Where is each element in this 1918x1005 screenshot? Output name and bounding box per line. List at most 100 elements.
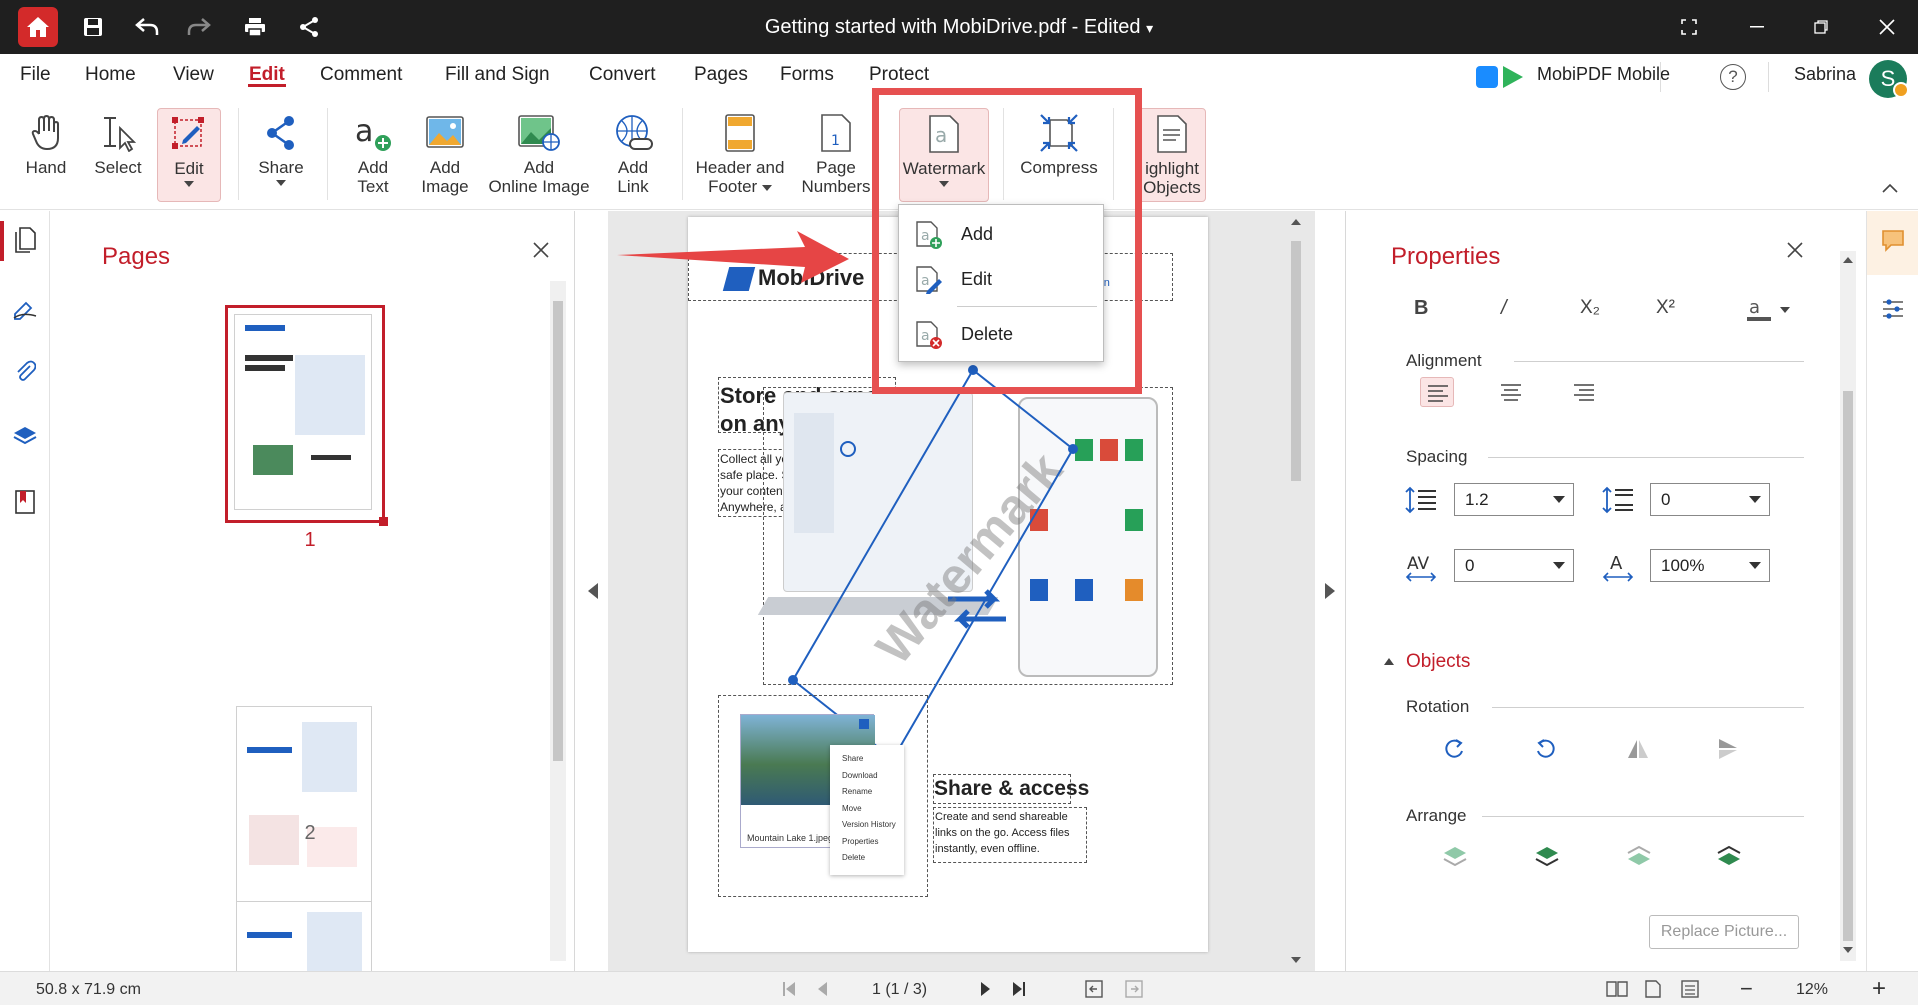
next-page-icon[interactable]: [980, 981, 992, 1002]
previous-page-arrow-icon[interactable]: [588, 583, 598, 599]
layers-icon[interactable]: [10, 421, 40, 451]
pages-scrollbar-thumb[interactable]: [553, 301, 563, 761]
add-link-button[interactable]: Add Link: [600, 108, 666, 196]
help-icon[interactable]: ?: [1720, 64, 1746, 90]
properties-settings-icon[interactable]: [1881, 297, 1905, 326]
section-divider: [1488, 457, 1804, 458]
align-right-button[interactable]: [1567, 377, 1601, 407]
subscript-button[interactable]: X₂: [1580, 297, 1600, 319]
page-thumbnail-3[interactable]: [236, 901, 372, 981]
menu-view[interactable]: View: [173, 64, 214, 86]
pages-panel-icon[interactable]: [10, 225, 40, 255]
add-image-button[interactable]: Add Image: [412, 108, 478, 196]
rotate-counterclockwise-icon[interactable]: [1534, 737, 1558, 766]
google-play-icon[interactable]: [1503, 66, 1523, 88]
bring-to-front-icon[interactable]: [1442, 845, 1468, 874]
line-spacing-icon: [1404, 485, 1438, 520]
text-color-button[interactable]: a: [1746, 297, 1792, 328]
objects-section-title[interactable]: Objects: [1406, 651, 1470, 673]
bold-button[interactable]: B: [1414, 297, 1428, 320]
page-thumbnail-1[interactable]: [234, 314, 372, 510]
scroll-down-icon[interactable]: [1843, 947, 1853, 953]
close-properties-panel-icon[interactable]: [1786, 241, 1804, 264]
replace-picture-button[interactable]: Replace Picture...: [1649, 915, 1799, 949]
bookmark-icon[interactable]: [10, 487, 40, 517]
document-title[interactable]: Getting started with MobiDrive.pdf - Edi…: [0, 16, 1918, 39]
close-window-icon[interactable]: [1868, 8, 1906, 46]
page-numbers-button[interactable]: 1 Page Numbers: [796, 108, 876, 196]
two-page-view-icon[interactable]: [1606, 979, 1628, 1004]
mobile-app-link[interactable]: MobiPDF Mobile: [1537, 64, 1670, 85]
zoom-in-button[interactable]: +: [1872, 975, 1886, 1003]
navigate-back-icon[interactable]: [1084, 979, 1104, 1004]
page-thumbnail-2[interactable]: [236, 706, 372, 902]
scroll-up-icon[interactable]: [1843, 257, 1853, 263]
fullscreen-icon[interactable]: [1670, 8, 1708, 46]
heading-share-access[interactable]: Share & access: [934, 777, 1089, 801]
collapse-ribbon-icon[interactable]: [1882, 180, 1898, 198]
viewer-scrollbar[interactable]: [1288, 211, 1304, 971]
menu-comment[interactable]: Comment: [320, 64, 402, 86]
menu-protect[interactable]: Protect: [869, 64, 929, 86]
pages-scrollbar[interactable]: [550, 281, 566, 961]
send-backward-icon[interactable]: [1626, 845, 1652, 874]
menu-pages[interactable]: Pages: [694, 64, 748, 86]
svg-text:a: a: [355, 114, 373, 149]
maximize-icon[interactable]: [1802, 8, 1840, 46]
italic-button[interactable]: /: [1501, 297, 1507, 320]
paragraph-spacing-dropdown[interactable]: 0: [1650, 483, 1770, 516]
menu-file[interactable]: File: [20, 64, 51, 86]
comment-icon[interactable]: [1881, 229, 1905, 258]
add-online-image-button[interactable]: Add Online Image: [487, 108, 591, 196]
zoom-out-button[interactable]: −: [1740, 976, 1753, 1002]
first-page-icon[interactable]: [782, 981, 796, 1002]
flip-horizontal-icon[interactable]: [1626, 737, 1650, 766]
paragraph-share-access[interactable]: Create and send shareable links on the go…: [935, 809, 1070, 857]
signature-icon[interactable]: [10, 293, 40, 323]
menu-home[interactable]: Home: [85, 64, 136, 86]
align-left-button[interactable]: [1420, 377, 1454, 407]
continuous-view-icon[interactable]: [1680, 979, 1700, 1004]
properties-scrollbar-thumb[interactable]: [1843, 391, 1853, 941]
menu-edit[interactable]: Edit: [249, 64, 285, 86]
app-store-icon[interactable]: [1476, 66, 1498, 88]
select-tool-button[interactable]: Select: [88, 108, 148, 177]
character-spacing-dropdown[interactable]: 0: [1454, 549, 1574, 582]
character-scale-dropdown[interactable]: 100%: [1650, 549, 1770, 582]
share-button[interactable]: Share: [251, 108, 311, 186]
last-page-icon[interactable]: [1012, 981, 1026, 1002]
user-name[interactable]: Sabrina: [1794, 64, 1856, 85]
next-page-arrow-icon[interactable]: [1325, 583, 1335, 599]
previous-page-icon[interactable]: [816, 981, 828, 1002]
page-indicator[interactable]: 1 (1 / 3): [872, 981, 927, 999]
header-footer-button[interactable]: Header and Footer: [694, 108, 786, 196]
highlight-objects-button[interactable]: ighlight Objects: [1138, 108, 1206, 202]
menu-forms[interactable]: Forms: [780, 64, 834, 86]
add-text-button[interactable]: a Add Text: [340, 108, 406, 196]
scroll-down-icon[interactable]: [1291, 957, 1301, 963]
thumb-device-image: [295, 355, 365, 435]
attachment-icon[interactable]: [10, 356, 40, 386]
minimize-icon[interactable]: [1738, 8, 1776, 46]
menu-convert[interactable]: Convert: [589, 64, 656, 86]
superscript-button[interactable]: X²: [1656, 297, 1675, 319]
zoom-level[interactable]: 12%: [1796, 981, 1828, 999]
line-spacing-dropdown[interactable]: 1.2: [1454, 483, 1574, 516]
rotate-clockwise-icon[interactable]: [1442, 737, 1466, 766]
scroll-up-icon[interactable]: [1291, 219, 1301, 225]
navigate-forward-icon[interactable]: [1124, 979, 1144, 1004]
hand-tool-button[interactable]: Hand: [16, 108, 76, 177]
edit-tool-button[interactable]: Edit: [157, 108, 221, 202]
avatar[interactable]: S: [1869, 60, 1909, 98]
close-pages-panel-icon[interactable]: [532, 241, 550, 264]
menu-fill-and-sign[interactable]: Fill and Sign: [445, 64, 550, 86]
collapse-objects-icon[interactable]: [1384, 658, 1394, 665]
pages-panel: Pages 1 2: [50, 211, 575, 981]
align-center-button[interactable]: [1494, 377, 1528, 407]
viewer-scrollbar-thumb[interactable]: [1291, 241, 1301, 481]
flip-vertical-icon[interactable]: [1716, 737, 1740, 766]
bring-forward-icon[interactable]: [1534, 845, 1560, 874]
single-page-view-icon[interactable]: [1644, 979, 1662, 1004]
send-to-back-icon[interactable]: [1716, 845, 1742, 874]
properties-scrollbar[interactable]: [1840, 251, 1856, 961]
